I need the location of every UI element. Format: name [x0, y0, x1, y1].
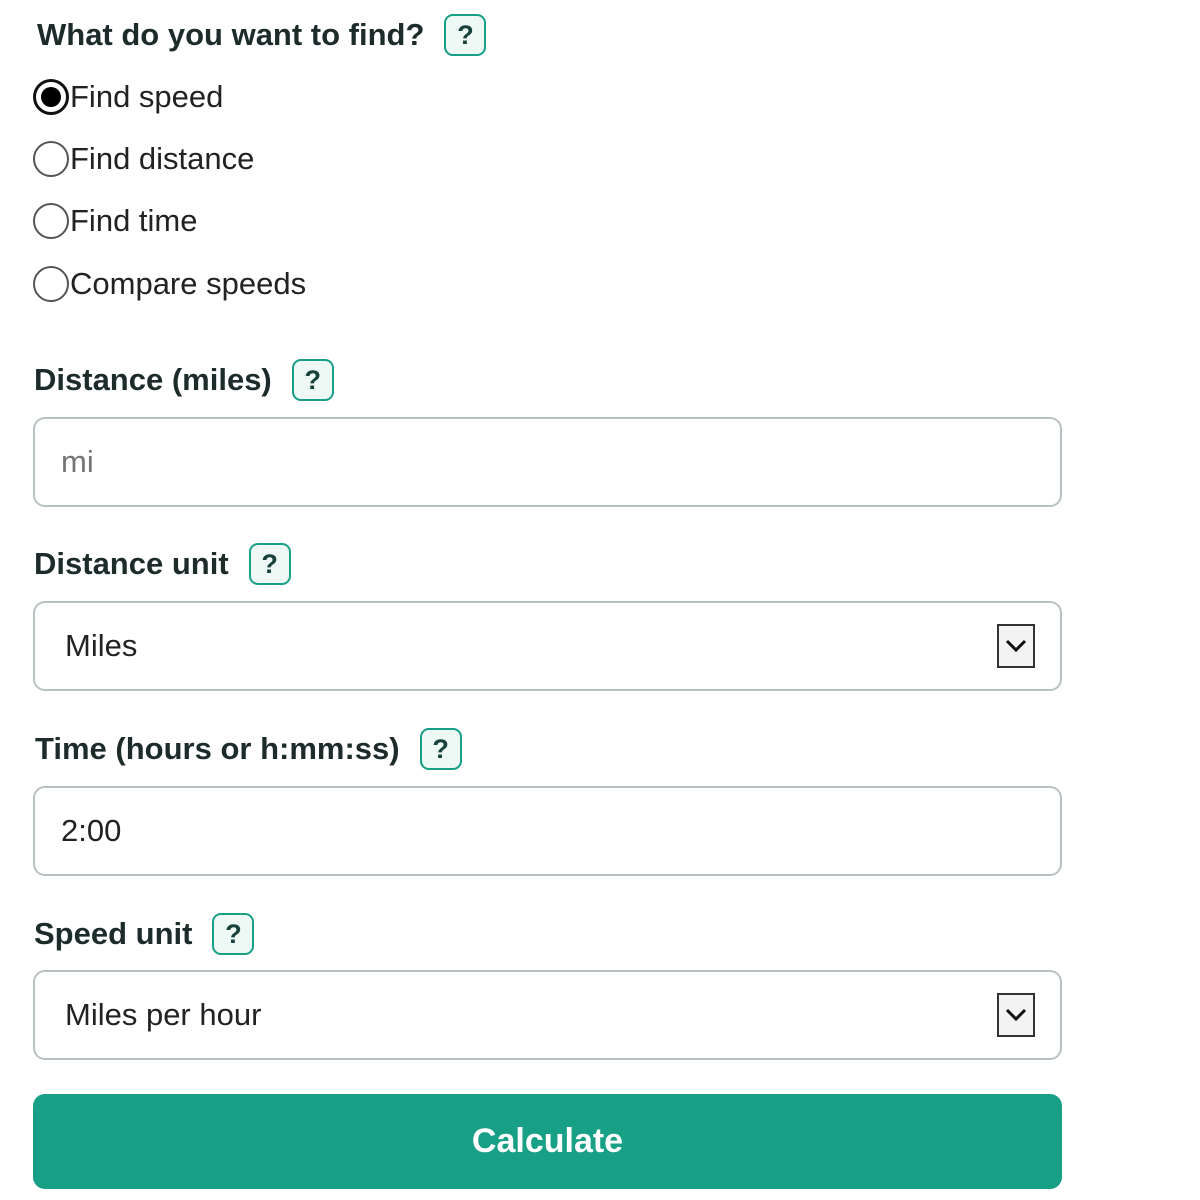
- distance-input[interactable]: [61, 444, 1011, 480]
- time-field[interactable]: [33, 786, 1062, 876]
- distance-unit-help-icon[interactable]: ?: [248, 543, 291, 585]
- mode-option-label: Find time: [70, 203, 198, 238]
- distance-field[interactable]: [33, 417, 1062, 507]
- distance-unit-label: Distance unit: [34, 546, 229, 581]
- find-question-label: What do you want to find?: [37, 17, 425, 52]
- chevron-down-icon[interactable]: [997, 624, 1035, 668]
- speed-unit-label: Speed unit: [34, 916, 193, 951]
- calculate-button[interactable]: Calculate: [33, 1094, 1062, 1189]
- chevron-down-icon[interactable]: [997, 993, 1035, 1037]
- speed-calculator-form: What do you want to find? ? Find speed F…: [0, 0, 1200, 1200]
- find-question-help-icon[interactable]: ?: [444, 14, 487, 56]
- distance-label: Distance (miles): [34, 362, 272, 397]
- time-label: Time (hours or h:mm:ss): [35, 731, 400, 766]
- mode-option-find-distance[interactable]: Find distance: [33, 141, 254, 177]
- distance-unit-select[interactable]: Miles: [33, 601, 1062, 691]
- mode-option-compare-speeds[interactable]: Compare speeds: [33, 266, 306, 302]
- speed-unit-select[interactable]: Miles per hour: [33, 970, 1062, 1060]
- mode-option-label: Find speed: [70, 79, 224, 114]
- find-question-heading: What do you want to find? ?: [37, 14, 487, 56]
- radio-unchecked-icon[interactable]: [33, 141, 69, 177]
- distance-unit-value: Miles: [65, 628, 138, 663]
- distance-heading: Distance (miles) ?: [34, 359, 334, 401]
- radio-checked-icon[interactable]: [33, 79, 69, 115]
- distance-unit-heading: Distance unit ?: [34, 543, 291, 585]
- time-help-icon[interactable]: ?: [419, 728, 462, 770]
- speed-unit-heading: Speed unit ?: [34, 913, 255, 955]
- radio-unchecked-icon[interactable]: [33, 203, 69, 239]
- mode-option-label: Compare speeds: [70, 266, 307, 301]
- radio-unchecked-icon[interactable]: [33, 266, 69, 302]
- speed-unit-value: Miles per hour: [65, 997, 262, 1032]
- distance-help-icon[interactable]: ?: [291, 359, 334, 401]
- mode-option-find-time[interactable]: Find time: [33, 203, 197, 239]
- time-input[interactable]: [61, 813, 1011, 849]
- mode-option-find-speed[interactable]: Find speed: [33, 79, 223, 115]
- time-heading: Time (hours or h:mm:ss) ?: [35, 728, 462, 770]
- speed-unit-help-icon[interactable]: ?: [212, 913, 255, 955]
- mode-option-label: Find distance: [70, 141, 255, 176]
